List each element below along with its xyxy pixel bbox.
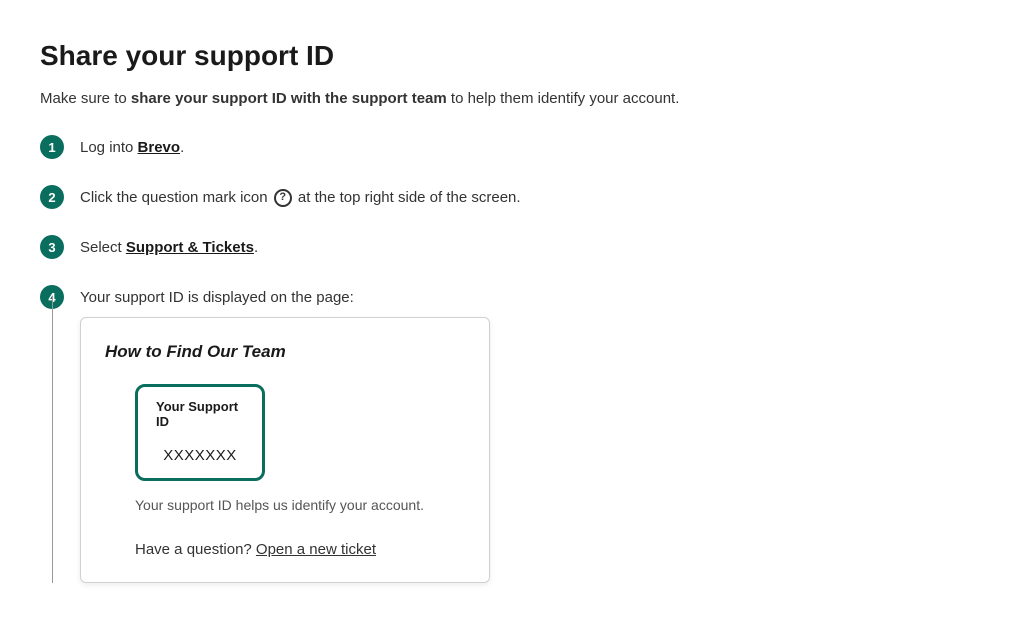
step-3: 3 Select Support & Tickets.: [40, 237, 984, 259]
step-2: 2 Click the question mark icon ? at the …: [40, 187, 984, 209]
step-1: 1 Log into Brevo.: [40, 137, 984, 159]
card-title: How to Find Our Team: [105, 342, 465, 362]
step-3-text: Select Support & Tickets.: [80, 237, 258, 258]
step-4: 4 Your support ID is displayed on the pa…: [40, 287, 984, 309]
support-id-helper: Your support ID helps us identify your a…: [135, 497, 465, 513]
step-4-content: How to Find Our Team Your Support ID XXX…: [40, 317, 984, 583]
question-mark-icon: ?: [274, 189, 292, 207]
step-number-1: 1: [40, 135, 64, 159]
step-number-3: 3: [40, 235, 64, 259]
step-1-prefix: Log into: [80, 139, 138, 156]
intro-prefix: Make sure to: [40, 90, 131, 107]
support-card: How to Find Our Team Your Support ID XXX…: [80, 317, 490, 583]
intro-text: Make sure to share your support ID with …: [40, 90, 984, 107]
step-2-text: Click the question mark icon ? at the to…: [80, 187, 521, 208]
open-ticket-link[interactable]: Open a new ticket: [256, 541, 376, 558]
step-3-prefix: Select: [80, 239, 126, 256]
intro-suffix: to help them identify your account.: [447, 90, 680, 107]
step-number-2: 2: [40, 185, 64, 209]
brevo-link[interactable]: Brevo: [138, 139, 181, 156]
step-4-text: Your support ID is displayed on the page…: [80, 287, 354, 308]
steps-list: 1 Log into Brevo. 2 Click the question m…: [40, 137, 984, 583]
timeline-line: [52, 297, 53, 583]
support-id-value: XXXXXXX: [156, 447, 244, 464]
page-title: Share your support ID: [40, 40, 984, 72]
step-2-prefix: Click the question mark icon: [80, 189, 272, 206]
step-1-suffix: .: [180, 139, 184, 156]
step-1-text: Log into Brevo.: [80, 137, 184, 158]
support-id-label: Your Support ID: [156, 399, 244, 429]
step-2-suffix: at the top right side of the screen.: [294, 189, 521, 206]
question-line: Have a question? Open a new ticket: [135, 541, 465, 558]
step-3-suffix: .: [254, 239, 258, 256]
intro-bold: share your support ID with the support t…: [131, 90, 447, 107]
support-id-box: Your Support ID XXXXXXX: [135, 384, 265, 481]
question-prefix: Have a question?: [135, 541, 256, 558]
support-tickets-link[interactable]: Support & Tickets: [126, 239, 254, 256]
